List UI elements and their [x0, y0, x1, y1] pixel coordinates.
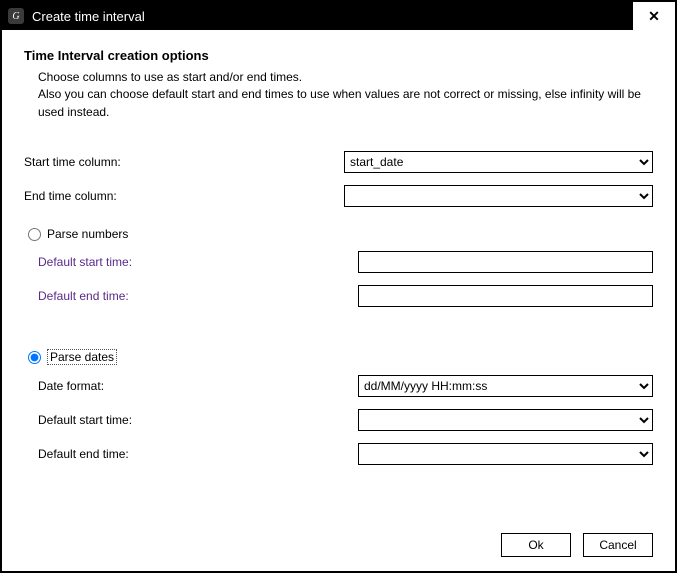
- dates-default-end-label: Default end time:: [38, 447, 358, 461]
- dates-default-start-select[interactable]: [358, 409, 653, 431]
- dates-default-end-row: Default end time:: [24, 443, 653, 465]
- end-column-label: End time column:: [24, 189, 344, 203]
- ok-button[interactable]: Ok: [501, 533, 571, 557]
- numbers-default-end-input[interactable]: [358, 285, 653, 307]
- parse-dates-radio-input[interactable]: [28, 351, 41, 364]
- start-column-row: Start time column: start_date: [24, 151, 653, 173]
- dates-default-start-label: Default start time:: [38, 413, 358, 427]
- date-format-label: Date format:: [38, 379, 358, 393]
- parse-dates-radio[interactable]: Parse dates: [28, 349, 653, 365]
- parse-numbers-radio-label: Parse numbers: [47, 227, 128, 241]
- titlebar: G Create time interval ✕: [2, 2, 675, 30]
- end-column-row: End time column:: [24, 185, 653, 207]
- section-description: Choose columns to use as start and/or en…: [38, 69, 653, 121]
- date-format-select[interactable]: dd/MM/yyyy HH:mm:ss: [358, 375, 653, 397]
- start-column-label: Start time column:: [24, 155, 344, 169]
- numbers-default-end-label: Default end time:: [38, 289, 358, 303]
- numbers-default-start-row: Default start time:: [24, 251, 653, 273]
- dates-default-start-row: Default start time:: [24, 409, 653, 431]
- close-icon: ✕: [648, 8, 660, 25]
- date-format-row: Date format: dd/MM/yyyy HH:mm:ss: [24, 375, 653, 397]
- parse-dates-radio-label: Parse dates: [47, 349, 117, 365]
- window-title: Create time interval: [32, 9, 633, 24]
- section-heading: Time Interval creation options: [24, 48, 653, 63]
- app-icon: G: [8, 8, 24, 24]
- start-column-select[interactable]: start_date: [344, 151, 653, 173]
- dates-default-end-select[interactable]: [358, 443, 653, 465]
- numbers-default-start-label: Default start time:: [38, 255, 358, 269]
- end-column-select[interactable]: [344, 185, 653, 207]
- parse-numbers-radio-input[interactable]: [28, 228, 41, 241]
- cancel-button[interactable]: Cancel: [583, 533, 653, 557]
- numbers-default-end-row: Default end time:: [24, 285, 653, 307]
- dialog-button-row: Ok Cancel: [24, 523, 653, 557]
- parse-numbers-radio[interactable]: Parse numbers: [28, 227, 653, 241]
- numbers-default-start-input[interactable]: [358, 251, 653, 273]
- dialog-content: Time Interval creation options Choose co…: [2, 30, 675, 571]
- close-button[interactable]: ✕: [633, 2, 675, 30]
